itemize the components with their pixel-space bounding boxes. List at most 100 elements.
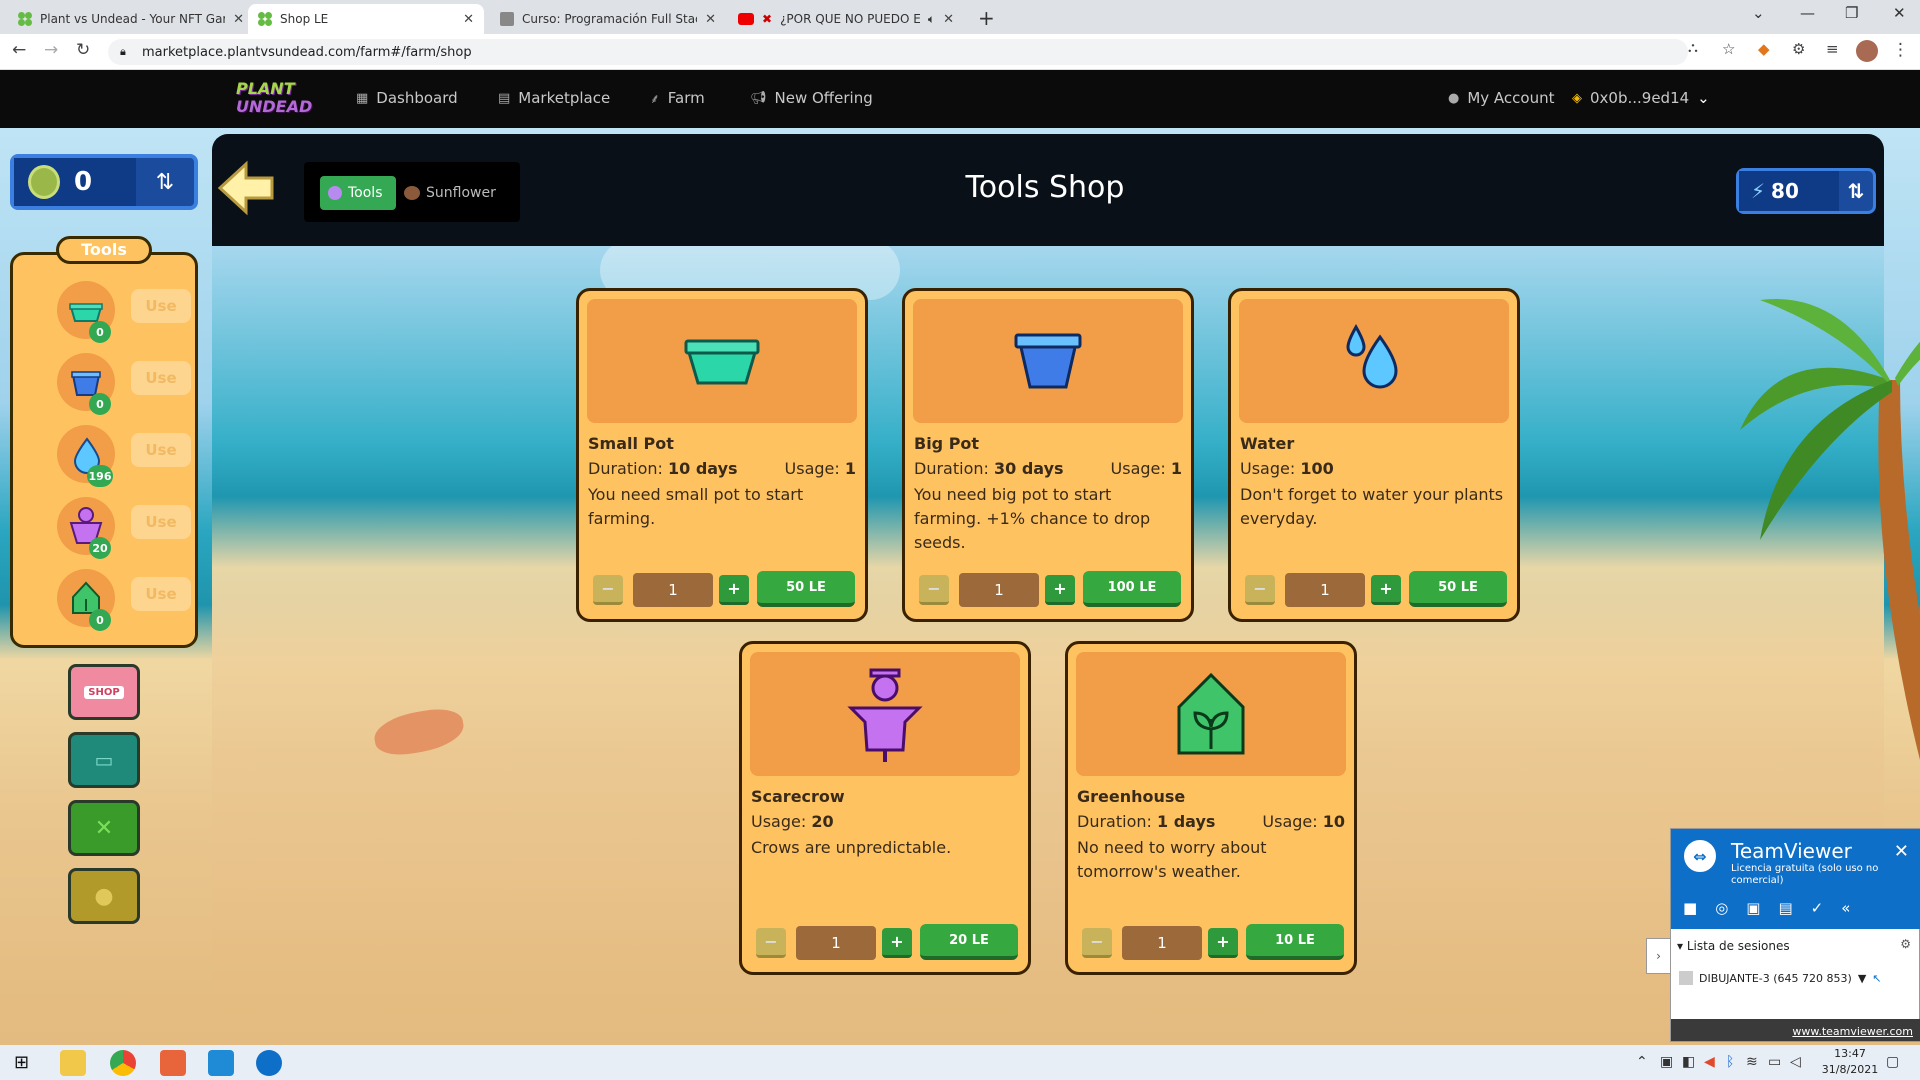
increase-quantity-button[interactable]: + [1045, 575, 1075, 605]
battery-icon[interactable]: ▭ [1768, 1054, 1781, 1070]
reload-icon[interactable]: ↻ [76, 40, 90, 60]
star-icon[interactable]: ☆ [1722, 40, 1735, 58]
translate-icon[interactable]: ⛬ [1688, 40, 1698, 56]
quantity-input[interactable]: 1 [796, 926, 876, 960]
tray-chevron-icon[interactable]: ⌃ [1636, 1054, 1648, 1070]
taskbar-clock[interactable]: 13:47 31/8/2021 [1820, 1046, 1880, 1078]
headset-icon[interactable]: ◎ [1715, 899, 1728, 917]
scarecrow-icon [847, 668, 923, 762]
swap-icon[interactable]: ⇅ [1839, 179, 1873, 203]
minimize-button[interactable]: — [1800, 4, 1815, 22]
restore-button[interactable]: ❐ [1845, 4, 1858, 22]
reward-button[interactable]: ● [68, 868, 140, 924]
video-icon[interactable]: ■ [1683, 899, 1697, 917]
tab-search-icon[interactable]: ⌄ [1752, 4, 1765, 22]
speaker-icon[interactable]: 🔈︎ [928, 12, 935, 27]
tray-network-icon[interactable]: ◧ [1682, 1054, 1695, 1070]
notifications-icon[interactable]: ▢ [1886, 1054, 1899, 1070]
tray-app-icon[interactable]: ▣ [1660, 1054, 1673, 1070]
sprout-icon: ⸙ [650, 92, 660, 107]
volume-icon[interactable]: ◁ [1790, 1054, 1801, 1070]
teamviewer-taskbar-icon[interactable] [256, 1050, 282, 1076]
vscode-icon[interactable] [208, 1050, 234, 1076]
use-water-button[interactable]: Use [131, 433, 191, 467]
chevron-down-icon[interactable]: ▼ [1858, 972, 1866, 985]
buy-button[interactable]: 20 LE [920, 924, 1018, 960]
teamviewer-link[interactable]: www.teamviewer.com [1792, 1025, 1913, 1038]
reading-list-icon[interactable]: ≡ [1826, 40, 1839, 58]
wallet-dropdown[interactable]: ◈ 0x0b...9ed14 ⌄ [1572, 89, 1710, 107]
decrease-quantity-button[interactable]: − [1245, 575, 1275, 605]
collapse-icon[interactable]: « [1841, 899, 1850, 917]
wifi-icon[interactable]: ≋ [1746, 1054, 1758, 1070]
tab-sunflower[interactable]: Sunflower [404, 176, 514, 210]
windows-start-icon[interactable]: ⊞ [14, 1052, 29, 1073]
teamviewer-expand-button[interactable]: › [1646, 938, 1670, 974]
back-icon[interactable]: ← [12, 40, 26, 60]
file-explorer-icon[interactable] [60, 1050, 86, 1076]
decrease-quantity-button[interactable]: − [919, 575, 949, 605]
quantity-input[interactable]: 1 [1122, 926, 1202, 960]
close-icon[interactable]: ✕ [463, 12, 474, 27]
menu-icon[interactable]: ⋮ [1892, 40, 1909, 60]
decrease-quantity-button[interactable]: − [1082, 928, 1112, 958]
close-icon[interactable]: ✕ [943, 12, 954, 27]
increase-quantity-button[interactable]: + [1208, 928, 1238, 958]
browser-tab-youtube[interactable]: ✖ ¿POR QUE NO PUEDO EN 🔈︎ ✕ [728, 4, 964, 34]
close-icon[interactable]: ✕ [705, 12, 716, 27]
close-icon[interactable]: ✕ [1894, 841, 1909, 862]
map-icon: ✕ [94, 815, 114, 841]
browser-tab-curso[interactable]: Curso: Programación Full Stack ✕ [490, 4, 726, 34]
chat-icon[interactable]: ▣ [1746, 899, 1760, 917]
use-small-pot-button[interactable]: Use [131, 289, 191, 323]
sessions-list-header[interactable]: ▾ Lista de sesiones [1677, 939, 1790, 953]
buy-button[interactable]: 100 LE [1083, 571, 1181, 607]
increase-quantity-button[interactable]: + [1371, 575, 1401, 605]
files-icon[interactable]: ▤ [1778, 899, 1792, 917]
back-arrow-button[interactable] [216, 158, 276, 218]
tray-volume-alert-icon[interactable]: ◀ [1704, 1054, 1715, 1070]
decrease-quantity-button[interactable]: − [593, 575, 623, 605]
tab-tools[interactable]: Tools [320, 176, 396, 210]
quantity-input[interactable]: 1 [633, 573, 713, 607]
xampp-icon[interactable] [160, 1050, 186, 1076]
bluetooth-icon[interactable]: ᛒ [1726, 1054, 1734, 1070]
chest-button[interactable]: ▭ [68, 732, 140, 788]
session-item[interactable]: DIBUJANTE-3 (645 720 853) ▼ ↖ [1679, 971, 1882, 985]
shop-button[interactable]: SHOP [68, 664, 140, 720]
profile-avatar[interactable] [1856, 40, 1878, 62]
increase-quantity-button[interactable]: + [882, 928, 912, 958]
browser-tab-shop[interactable]: Shop LE ✕ [248, 4, 484, 34]
buy-button[interactable]: 50 LE [757, 571, 855, 607]
plantvsundead-logo[interactable]: PLANT UNDEAD [236, 80, 312, 120]
nav-farm[interactable]: ⸙ Farm [650, 89, 705, 107]
close-icon[interactable]: ✕ [233, 12, 244, 27]
use-big-pot-button[interactable]: Use [131, 361, 191, 395]
window-close-button[interactable]: ✕ [1893, 4, 1906, 22]
chrome-icon[interactable] [110, 1050, 136, 1076]
tools-icon[interactable]: ✓ [1811, 899, 1824, 917]
nav-new-offering[interactable]: 📢︎ New Offering [750, 89, 873, 107]
forward-icon[interactable]: → [44, 40, 58, 60]
usage-label: Usage: [1110, 459, 1166, 478]
nav-marketplace[interactable]: ▤ Marketplace [498, 89, 610, 107]
quantity-input[interactable]: 1 [959, 573, 1039, 607]
increase-quantity-button[interactable]: + [719, 575, 749, 605]
new-tab-button[interactable]: + [978, 6, 995, 30]
buy-button[interactable]: 50 LE [1409, 571, 1507, 607]
gear-icon[interactable]: ⚙ [1900, 937, 1911, 951]
extensions-icon[interactable]: ⚙ [1792, 40, 1805, 58]
swap-icon[interactable]: ⇅ [136, 170, 194, 195]
cursor-icon[interactable]: ↖ [1872, 972, 1881, 985]
decrease-quantity-button[interactable]: − [756, 928, 786, 958]
nav-my-account[interactable]: ● My Account [1448, 89, 1555, 107]
buy-button[interactable]: 10 LE [1246, 924, 1344, 960]
address-bar[interactable]: 🔒︎ marketplace.plantvsundead.com/farm#/f… [108, 39, 1688, 65]
metamask-icon[interactable]: ◆ [1758, 40, 1770, 58]
farm-map-button[interactable]: ✕ [68, 800, 140, 856]
browser-tab-plantvsundead[interactable]: Plant vs Undead - Your NFT Gard ✕ [8, 4, 254, 34]
nav-dashboard[interactable]: ▦ Dashboard [356, 89, 458, 107]
use-greenhouse-button[interactable]: Use [131, 577, 191, 611]
use-scarecrow-button[interactable]: Use [131, 505, 191, 539]
quantity-input[interactable]: 1 [1285, 573, 1365, 607]
